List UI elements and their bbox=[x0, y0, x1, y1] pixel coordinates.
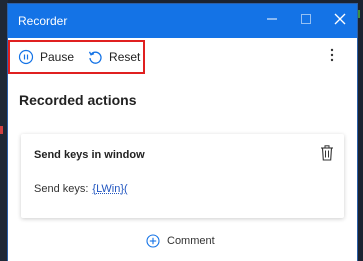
trash-icon[interactable] bbox=[320, 145, 334, 161]
title-bar[interactable]: Recorder bbox=[8, 4, 357, 38]
action-title: Send keys in window bbox=[34, 149, 145, 161]
action-card[interactable]: Send keys in window Send keys: {LWin}( bbox=[21, 134, 344, 218]
minimize-icon bbox=[266, 12, 278, 30]
action-detail: Send keys: {LWin}( bbox=[34, 183, 128, 195]
maximize-button[interactable] bbox=[289, 4, 323, 38]
minimize-button[interactable] bbox=[255, 4, 289, 38]
more-vertical-icon bbox=[330, 48, 334, 67]
recorder-window: Recorder Pause Reset Recorded actions Se… bbox=[8, 4, 357, 261]
maximize-icon bbox=[300, 12, 312, 30]
toolbar: Pause Reset bbox=[8, 38, 357, 76]
comment-label: Comment bbox=[167, 235, 215, 247]
section-title: Recorded actions bbox=[19, 92, 137, 108]
window-title: Recorder bbox=[18, 14, 68, 28]
main-content: Recorded actions Send keys in window Sen… bbox=[8, 92, 357, 248]
close-icon bbox=[334, 12, 346, 30]
action-detail-value[interactable]: {LWin}( bbox=[92, 183, 127, 195]
action-detail-label: Send keys: bbox=[34, 183, 89, 195]
background-marker bbox=[357, 10, 360, 18]
comment-button[interactable]: Comment bbox=[146, 234, 215, 248]
background-marker bbox=[0, 126, 3, 134]
add-circle-icon bbox=[146, 234, 160, 248]
close-button[interactable] bbox=[323, 4, 357, 38]
more-options-button[interactable] bbox=[325, 47, 339, 67]
highlight-box bbox=[8, 40, 145, 74]
